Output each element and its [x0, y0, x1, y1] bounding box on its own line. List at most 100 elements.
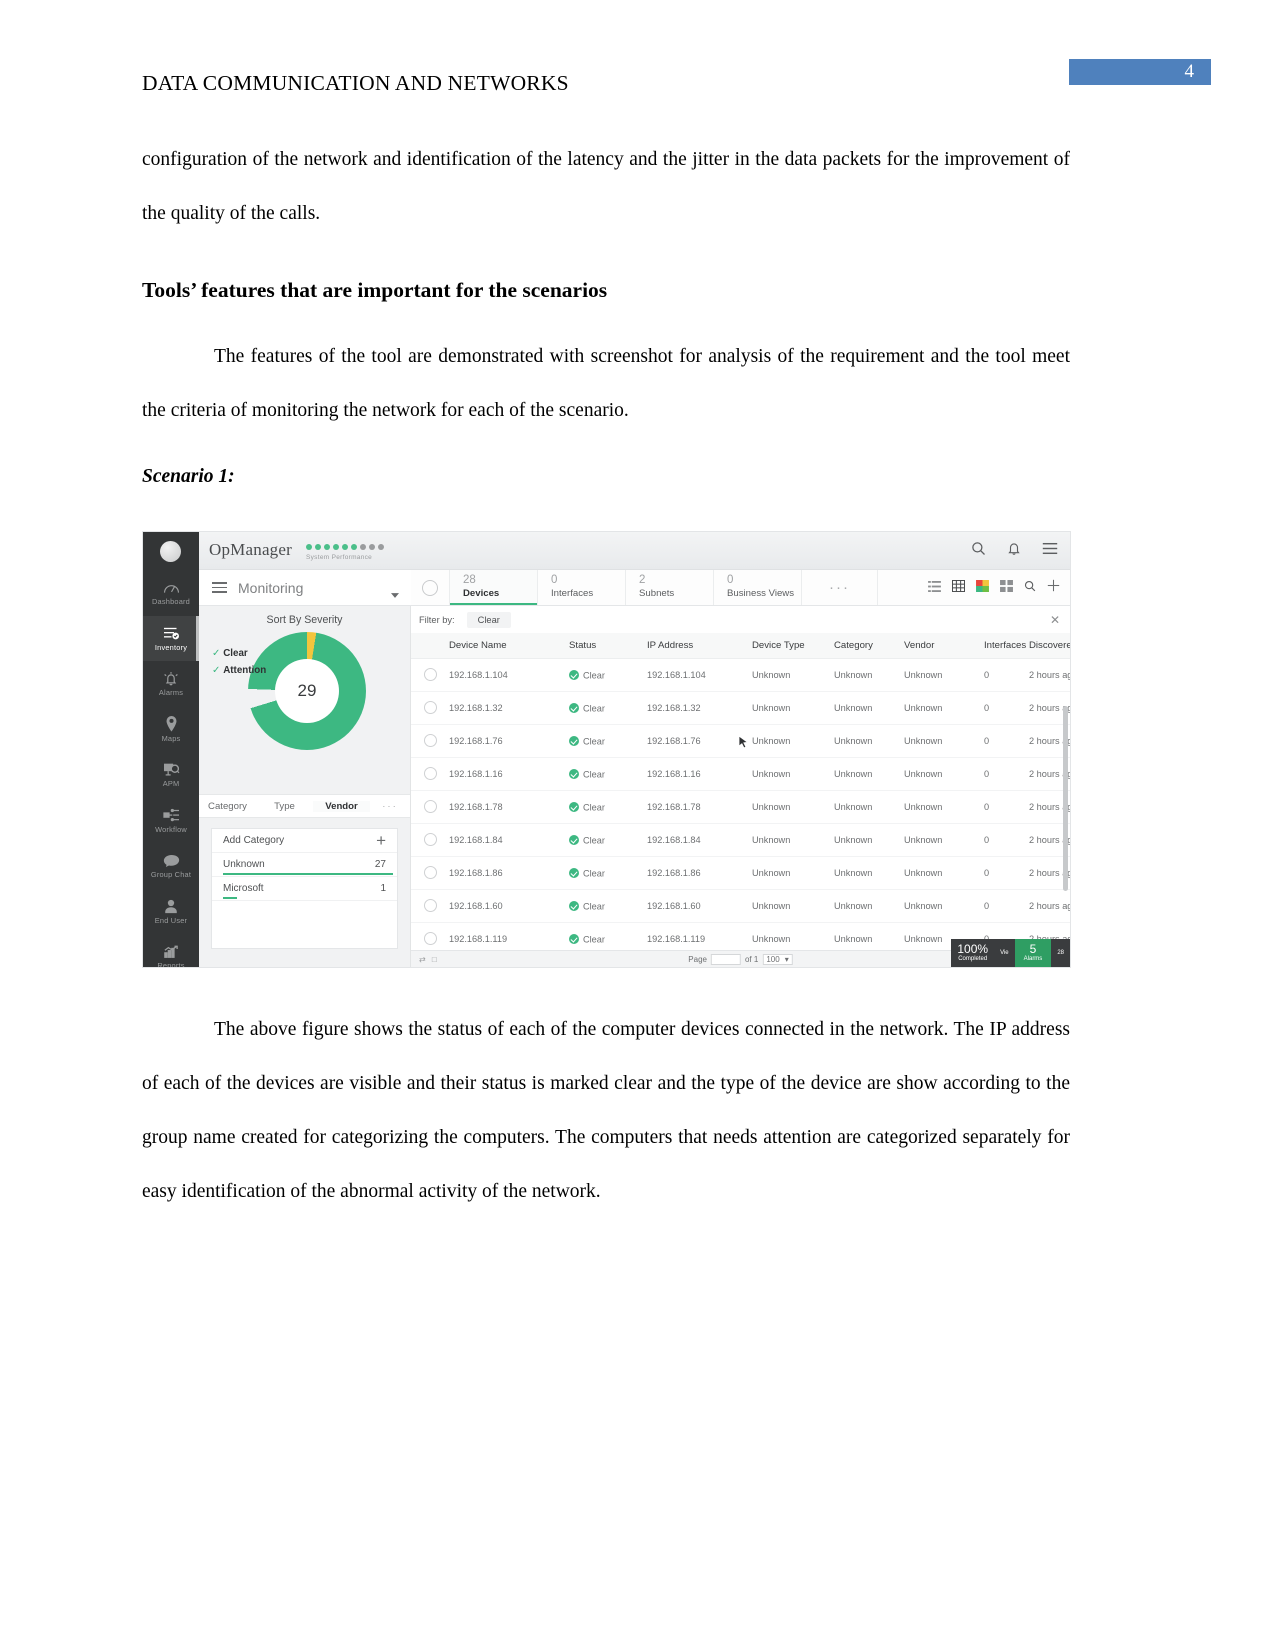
row-checkbox[interactable]	[411, 856, 449, 890]
status-ok-icon	[569, 933, 579, 944]
search-icon[interactable]	[971, 541, 986, 556]
column-vendor[interactable]: Vendor	[904, 633, 984, 659]
stat-business-views[interactable]: 0 Business Views	[713, 570, 801, 605]
sidebar-label: End User	[154, 915, 188, 925]
status-badge-count[interactable]: 28	[1051, 939, 1070, 967]
cell-device-name: 192.168.1.84	[449, 823, 569, 857]
tile-view-icon[interactable]	[1000, 579, 1013, 597]
add-icon[interactable]	[1047, 579, 1060, 597]
add-category-row[interactable]: Add Category +	[212, 829, 397, 853]
brand-subtitle: System Performance	[306, 554, 373, 561]
category-bar	[223, 896, 237, 899]
column-status[interactable]: Status	[569, 633, 647, 659]
cell-status: Clear	[569, 658, 647, 692]
search-icon[interactable]	[1024, 579, 1036, 597]
grid-view-icon[interactable]	[951, 579, 966, 597]
status-text: Clear	[583, 703, 605, 714]
sidebar-item-dashboard[interactable]: Dashboard	[143, 570, 199, 616]
category-label: Unknown	[223, 859, 265, 870]
status-badge-completed[interactable]: 100% Completed	[951, 939, 995, 967]
column-discovered-time[interactable]: Discovered Time	[1029, 633, 1070, 659]
cell-ip: 192.168.1.104	[647, 658, 752, 692]
monitor-search-icon	[163, 761, 180, 778]
section-heading: Tools’ features that are important for t…	[142, 278, 608, 302]
tab-category[interactable]: Category	[199, 801, 256, 812]
stats-more-button[interactable]: ···	[801, 570, 877, 605]
cell-interfaces: 0	[984, 691, 1029, 725]
stat-devices[interactable]: 28 Devices	[449, 570, 537, 605]
row-checkbox[interactable]	[411, 658, 449, 692]
stat-label: Devices	[463, 588, 500, 599]
status-badge-alarms[interactable]: 5 Alarms	[1014, 939, 1052, 967]
table-vertical-scrollbar[interactable]	[1063, 706, 1068, 891]
chevron-down-icon[interactable]	[391, 585, 399, 603]
status-text: Clear	[583, 835, 605, 846]
monitoring-subnav[interactable]: Monitoring	[199, 570, 411, 606]
cell-category: Unknown	[834, 856, 904, 890]
status-badge-view[interactable]: Vie	[994, 939, 1015, 967]
sidebar-item-reports[interactable]: Reports	[143, 934, 199, 967]
paragraph-1: configuration of the network and identif…	[142, 149, 1070, 224]
bell-icon[interactable]	[1007, 541, 1021, 556]
page-size-select[interactable]: 100 ▾	[762, 953, 793, 965]
table-row[interactable]: 192.168.1.78 Clear 192.168.1.78 Unknown …	[411, 790, 1070, 824]
table-row[interactable]: 192.168.1.104 Clear 192.168.1.104 Unknow…	[411, 658, 1070, 692]
sidebar-item-maps[interactable]: Maps	[143, 707, 199, 753]
cell-device-name: 192.168.1.32	[449, 691, 569, 725]
filter-chip-clear[interactable]: Clear	[466, 611, 511, 628]
menu-icon[interactable]	[1042, 542, 1058, 555]
row-checkbox[interactable]	[411, 724, 449, 758]
table-row[interactable]: 192.168.1.84 Clear 192.168.1.84 Unknown …	[411, 823, 1070, 857]
list-view-icon[interactable]	[928, 579, 941, 597]
page-of-label: of 1	[744, 954, 759, 964]
avatar-container[interactable]	[143, 532, 199, 570]
row-checkbox[interactable]	[411, 790, 449, 824]
column-interfaces[interactable]: Interfaces	[984, 633, 1029, 659]
opmanager-screenshot: OpManager System Performance Dashboard I…	[142, 531, 1071, 968]
page-input[interactable]	[710, 953, 741, 965]
category-value: 1	[380, 883, 386, 894]
sidebar-item-inventory[interactable]: Inventory	[143, 615, 199, 661]
table-row[interactable]: 192.168.1.60 Clear 192.168.1.60 Unknown …	[411, 889, 1070, 923]
tab-more-button[interactable]: ···	[370, 801, 410, 812]
column-ip-address[interactable]: IP Address	[647, 633, 752, 659]
sidebar-item-end-user[interactable]: End User	[143, 889, 199, 935]
column-device-name[interactable]: Device Name	[449, 633, 569, 659]
sidebar-item-group-chat[interactable]: Group Chat	[143, 843, 199, 889]
tab-type[interactable]: Type	[256, 801, 313, 812]
table-row[interactable]: 192.168.1.86 Clear 192.168.1.86 Unknown …	[411, 856, 1070, 890]
severity-donut-wrap: 29 ✓ Clear ✓ Attention	[199, 626, 410, 794]
pagination-controls: Page of 1 100 ▾	[688, 953, 793, 965]
stat-interfaces[interactable]: 0 Interfaces	[537, 570, 625, 605]
cell-status: Clear	[569, 691, 647, 725]
sidebar-item-workflow[interactable]: Workflow	[143, 798, 199, 844]
sidebar-item-alarms[interactable]: Alarms	[143, 661, 199, 707]
category-row-unknown[interactable]: Unknown 27	[212, 853, 397, 877]
stat-subnets[interactable]: 2 Subnets	[625, 570, 713, 605]
row-checkbox[interactable]	[411, 889, 449, 923]
legend-item-attention[interactable]: ✓ Attention	[212, 665, 266, 676]
category-row-microsoft[interactable]: Microsoft 1	[212, 877, 397, 901]
row-checkbox[interactable]	[411, 823, 449, 857]
avatar[interactable]	[160, 541, 181, 562]
page-size-value: 100	[766, 954, 780, 964]
paragraph-3-text: The above figure shows the status of eac…	[142, 1019, 1070, 1202]
legend-item-clear[interactable]: ✓ Clear	[212, 648, 266, 659]
stat-label: Subnets	[639, 588, 675, 599]
column-device-type[interactable]: Device Type	[752, 633, 834, 659]
table-row[interactable]: 192.168.1.32 Clear 192.168.1.32 Unknown …	[411, 691, 1070, 725]
heatmap-view-icon[interactable]	[976, 579, 989, 597]
sort-by-severity-title: Sort By Severity	[266, 614, 343, 626]
paragraph-2: The features of the tool are demonstrate…	[142, 330, 1070, 438]
sidebar-item-apm[interactable]: APM	[143, 752, 199, 798]
column-category[interactable]: Category	[834, 633, 904, 659]
cell-category: Unknown	[834, 691, 904, 725]
table-row[interactable]: 192.168.1.16 Clear 192.168.1.16 Unknown …	[411, 757, 1070, 791]
close-icon[interactable]: ✕	[1050, 613, 1060, 627]
select-all-toggle[interactable]	[411, 570, 449, 605]
row-checkbox[interactable]	[411, 691, 449, 725]
tab-vendor[interactable]: Vendor	[313, 800, 370, 812]
hamburger-icon[interactable]	[212, 582, 227, 593]
row-checkbox[interactable]	[411, 757, 449, 791]
page-number-badge: 4	[1069, 59, 1211, 85]
